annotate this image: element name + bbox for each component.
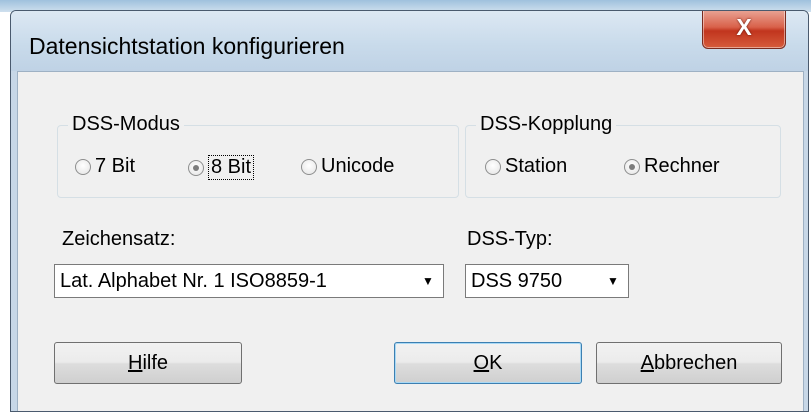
radio-8-bit[interactable]: 8 Bit xyxy=(188,155,255,180)
dialog-client-area: DSS-Modus 7 Bit 8 Bit Unicode DSS-Kopplu… xyxy=(17,71,804,411)
radio-unicode-indicator[interactable] xyxy=(301,158,317,175)
window-title: Datensichtstation konfigurieren xyxy=(29,33,345,59)
title-bar[interactable]: Datensichtstation konfigurieren X xyxy=(11,11,808,71)
radio-7-bit-label: 7 Bit xyxy=(95,155,136,177)
dss-kopplung-group: DSS-Kopplung Station Rechner xyxy=(465,113,781,198)
dss-typ-value: DSS 9750 xyxy=(471,270,563,292)
radio-station-label: Station xyxy=(505,155,568,177)
dss-typ-label: DSS-Typ: xyxy=(467,228,553,250)
radio-station-indicator[interactable] xyxy=(485,158,501,175)
abbrechen-label: bbrechen xyxy=(653,351,738,374)
dss-typ-combobox[interactable]: DSS 9750 ▼ xyxy=(465,264,629,298)
abbrechen-mnemonic: A xyxy=(640,351,654,374)
radio-unicode[interactable]: Unicode xyxy=(301,155,394,178)
radio-8-bit-indicator[interactable] xyxy=(188,159,204,176)
ok-mnemonic: O xyxy=(473,351,490,374)
radio-8-bit-label: 8 Bit xyxy=(208,155,255,180)
dss-kopplung-title: DSS-Kopplung xyxy=(476,113,617,136)
radio-rechner[interactable]: Rechner xyxy=(624,155,720,178)
dss-modus-group: DSS-Modus 7 Bit 8 Bit Unicode xyxy=(57,113,459,198)
radio-station[interactable]: Station xyxy=(485,155,567,178)
chevron-down-icon[interactable]: ▼ xyxy=(599,266,627,296)
chevron-down-icon[interactable]: ▼ xyxy=(414,266,442,296)
ok-label: K xyxy=(489,351,503,374)
radio-rechner-indicator[interactable] xyxy=(624,158,640,175)
zeichensatz-value: Lat. Alphabet Nr. 1 ISO8859-1 xyxy=(60,270,327,292)
hilfe-label: ilfe xyxy=(142,351,169,374)
radio-7-bit[interactable]: 7 Bit xyxy=(75,155,135,178)
ok-button[interactable]: OK xyxy=(394,342,582,384)
radio-7-bit-indicator[interactable] xyxy=(75,158,91,175)
config-dialog: Datensichtstation konfigurieren X DSS-Mo… xyxy=(10,10,809,412)
radio-unicode-label: Unicode xyxy=(321,155,395,177)
radio-rechner-label: Rechner xyxy=(644,155,720,177)
close-button[interactable]: X xyxy=(702,11,786,49)
hilfe-button[interactable]: Hilfe xyxy=(54,342,242,384)
zeichensatz-label: Zeichensatz: xyxy=(62,228,176,250)
dss-modus-title: DSS-Modus xyxy=(68,113,184,136)
close-icon: X xyxy=(736,14,752,40)
abbrechen-button[interactable]: Abbrechen xyxy=(596,342,782,384)
hilfe-mnemonic: H xyxy=(127,351,143,374)
zeichensatz-combobox[interactable]: Lat. Alphabet Nr. 1 ISO8859-1 ▼ xyxy=(54,264,444,298)
